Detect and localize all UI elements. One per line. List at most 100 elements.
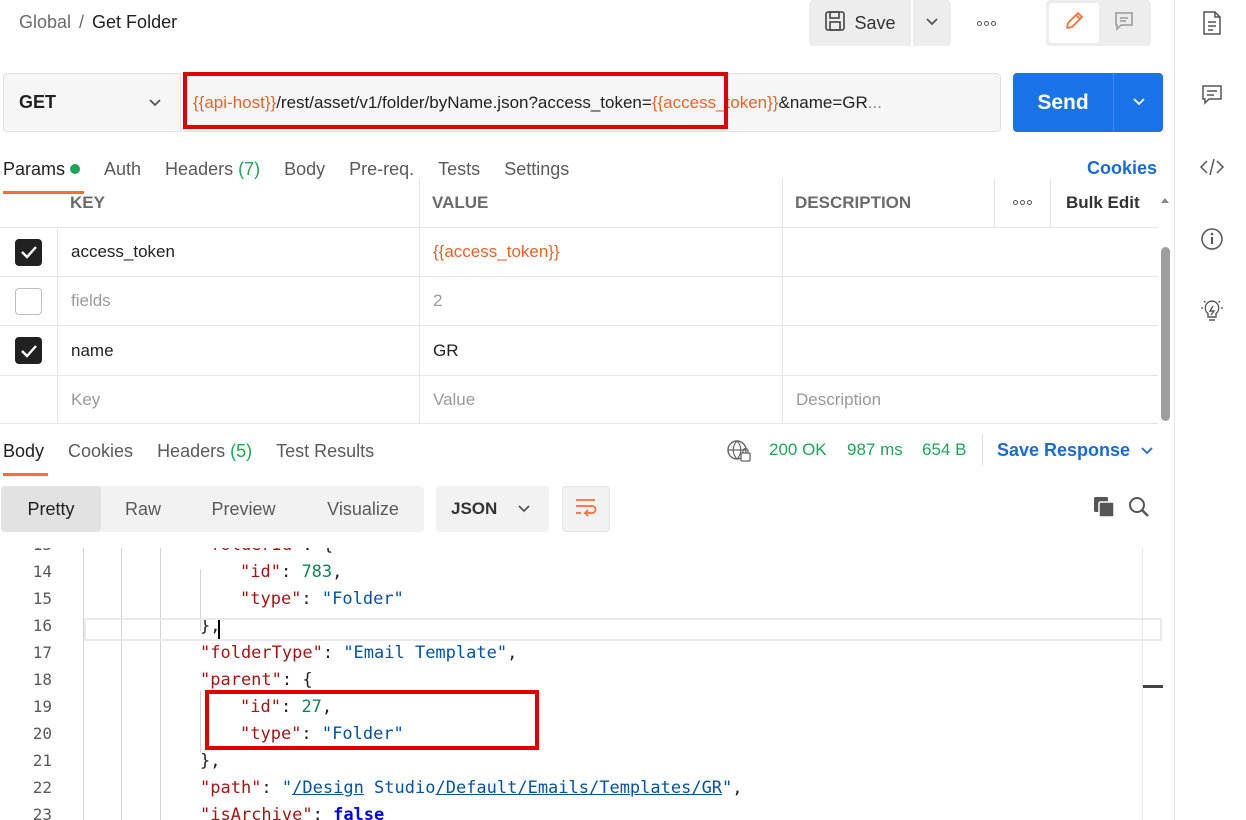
- params-more-button[interactable]: [995, 178, 1051, 227]
- code-line: "folderType": "Email Template",: [200, 643, 517, 663]
- send-button[interactable]: Send: [1013, 73, 1113, 132]
- info-icon[interactable]: [1199, 226, 1225, 252]
- line-number: 15: [32, 589, 52, 608]
- code-line: "folderId": {: [200, 548, 333, 555]
- line-number: 20: [32, 724, 52, 743]
- save-response-label: Save Response: [997, 440, 1131, 460]
- save-response-button[interactable]: Save Response: [997, 440, 1154, 461]
- code-token: ,: [332, 562, 343, 582]
- save-icon: [824, 10, 846, 37]
- new-param-description-input[interactable]: Description: [783, 376, 1158, 423]
- response-size[interactable]: 654 B: [922, 440, 966, 460]
- chevron-down-icon: [925, 14, 939, 32]
- params-active-dot: [70, 164, 81, 174]
- code-token: ,: [732, 778, 743, 798]
- url-ellipsis: ...: [867, 92, 882, 112]
- line-number: 13: [0, 548, 52, 554]
- breadcrumb-parent[interactable]: Global: [19, 12, 71, 32]
- tab-response-headers[interactable]: Headers (5): [157, 440, 252, 476]
- param-value[interactable]: {{access_token}}: [420, 228, 783, 276]
- comment-mode-button[interactable]: [1099, 3, 1148, 43]
- code-token: :: [280, 562, 302, 582]
- param-key[interactable]: fields: [58, 277, 420, 325]
- comment-icon: [1113, 10, 1135, 37]
- chevron-down-icon: [1140, 440, 1154, 461]
- code-token: "Email Template": [343, 643, 508, 663]
- documentation-icon[interactable]: [1199, 10, 1225, 36]
- param-value[interactable]: GR: [420, 326, 783, 375]
- tab-response-body[interactable]: Body: [3, 440, 49, 476]
- status-code[interactable]: 200 OK: [769, 440, 827, 460]
- tab-test-results[interactable]: Test Results: [276, 440, 374, 476]
- chevron-down-icon: [1132, 94, 1146, 112]
- code-line: "isArchive": false: [200, 805, 384, 820]
- format-label: JSON: [451, 499, 498, 518]
- more-options-button[interactable]: [972, 12, 1000, 34]
- code-token: : {: [281, 670, 313, 690]
- wrap-lines-button[interactable]: [562, 486, 610, 532]
- cookies-link[interactable]: Cookies: [1087, 158, 1157, 179]
- code-scrollbar-marker[interactable]: [1143, 685, 1163, 688]
- new-param-value-input[interactable]: Value: [420, 376, 783, 423]
- line-number: 21: [32, 751, 52, 770]
- network-globe-icon[interactable]: [726, 439, 752, 468]
- param-value[interactable]: 2: [420, 277, 783, 325]
- code-line: "id": 783,: [240, 562, 342, 582]
- view-raw[interactable]: Raw: [101, 486, 185, 532]
- param-description[interactable]: [783, 277, 1158, 325]
- view-pretty[interactable]: Pretty: [1, 486, 101, 532]
- pencil-icon: [1063, 10, 1085, 37]
- code-token: ": [722, 778, 733, 798]
- save-label: Save: [854, 12, 896, 33]
- comments-icon[interactable]: [1199, 82, 1225, 108]
- code-token: "Folder": [321, 589, 404, 609]
- search-icon[interactable]: [1127, 495, 1151, 524]
- breadcrumb-separator: /: [79, 12, 85, 32]
- headers-count: (7): [238, 159, 261, 179]
- new-param-row: Key Value Description: [0, 376, 1158, 424]
- column-header-key: KEY: [58, 178, 420, 227]
- indent-guide: [83, 548, 84, 820]
- response-time[interactable]: 987 ms: [847, 440, 903, 460]
- send-group: Send: [1013, 73, 1163, 132]
- method-select[interactable]: GET: [3, 73, 181, 132]
- params-scrollbar-thumb[interactable]: [1161, 247, 1170, 421]
- param-description[interactable]: [783, 228, 1158, 276]
- format-select[interactable]: JSON: [436, 486, 549, 532]
- line-number: 22: [32, 778, 52, 797]
- chevron-down-icon: [517, 499, 531, 519]
- new-param-key-input[interactable]: Key: [58, 376, 420, 423]
- line-number: 23: [32, 805, 52, 820]
- code-token: 783: [301, 562, 333, 582]
- table-row: access_token {{access_token}}: [0, 228, 1158, 277]
- copy-icon[interactable]: [1092, 495, 1116, 524]
- send-dropdown-button[interactable]: [1113, 73, 1163, 132]
- code-icon[interactable]: [1199, 154, 1225, 180]
- code-line: "parent": {: [200, 670, 313, 690]
- indent-guide: [121, 548, 122, 820]
- code-token: "path": [200, 778, 262, 798]
- view-visualize[interactable]: Visualize: [302, 486, 424, 532]
- param-key[interactable]: access_token: [58, 228, 420, 276]
- lightbulb-icon[interactable]: [1199, 298, 1225, 324]
- code-token: ,: [507, 643, 518, 663]
- code-token: :: [261, 778, 282, 798]
- response-headers-count: (5): [230, 441, 253, 461]
- column-header-description: DESCRIPTION: [783, 178, 995, 227]
- bulk-edit-button[interactable]: Bulk Edit: [1051, 178, 1158, 227]
- save-button[interactable]: Save: [809, 0, 911, 46]
- param-checkbox-fields[interactable]: [15, 287, 42, 315]
- param-description[interactable]: [783, 326, 1158, 375]
- tab-response-cookies[interactable]: Cookies: [68, 440, 133, 476]
- view-preview[interactable]: Preview: [185, 486, 302, 532]
- wrap-lines-icon: [573, 496, 599, 523]
- param-checkbox-name[interactable]: [15, 337, 42, 364]
- save-dropdown-button[interactable]: [913, 0, 951, 46]
- request-title[interactable]: Get Folder: [92, 12, 177, 32]
- edit-mode-button[interactable]: [1049, 3, 1099, 43]
- response-body-viewer[interactable]: 13"folderId": {14"id": 783,15"type": "Fo…: [0, 548, 1164, 820]
- param-key[interactable]: name: [58, 326, 420, 375]
- code-token: /Default/Emails/Templates/GR: [435, 778, 723, 798]
- save-group: Save: [809, 0, 951, 46]
- param-checkbox-access-token[interactable]: [15, 238, 42, 266]
